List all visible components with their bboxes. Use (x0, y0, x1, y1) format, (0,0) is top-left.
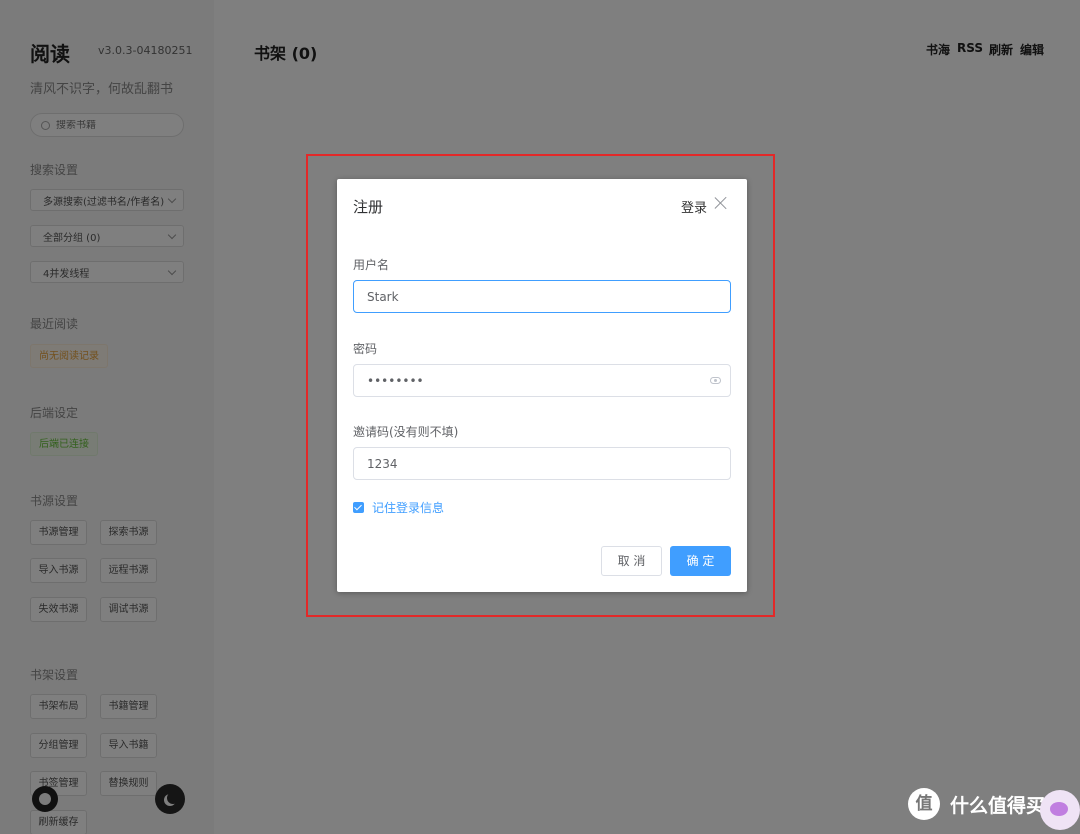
username-input[interactable] (354, 281, 730, 312)
remember-login-checkbox[interactable]: 记住登录信息 (353, 499, 444, 516)
password-label: 密码 (353, 342, 378, 356)
invite-code-label: 邀请码(没有则不填) (353, 425, 459, 439)
confirm-button[interactable]: 确 定 (670, 546, 731, 576)
register-dialog: 注册 登录 用户名 密码 邀请码(没有则不填) 记住登录信息 取 消 确 定 (337, 179, 747, 592)
dialog-title: 注册 (353, 198, 384, 216)
invite-code-field[interactable] (353, 447, 731, 480)
username-label: 用户名 (353, 258, 390, 272)
eye-icon[interactable] (710, 377, 721, 384)
password-field[interactable] (353, 364, 731, 397)
watermark: 值 什么值得买 (908, 788, 1045, 820)
password-input[interactable] (354, 365, 730, 396)
checkbox-checked-icon[interactable] (353, 502, 364, 513)
watermark-logo-icon: 值 (908, 788, 940, 820)
login-link[interactable]: 登录 (681, 197, 707, 216)
remember-login-label: 记住登录信息 (372, 501, 445, 515)
close-icon[interactable] (713, 195, 729, 211)
username-field[interactable] (353, 280, 731, 313)
invite-code-input[interactable] (354, 448, 730, 479)
watermark-text: 什么值得买 (950, 794, 1046, 817)
avatar (1040, 790, 1080, 830)
cancel-button[interactable]: 取 消 (601, 546, 662, 576)
